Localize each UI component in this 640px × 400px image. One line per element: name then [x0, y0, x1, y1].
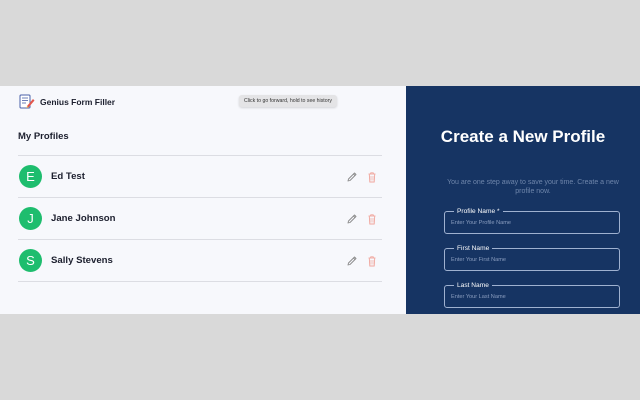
profile-row[interactable]: J Jane Johnson	[18, 198, 382, 240]
trash-icon[interactable]	[366, 170, 378, 183]
avatar: J	[19, 207, 42, 230]
profile-name[interactable]: Ed Test	[51, 171, 85, 182]
profile-name[interactable]: Jane Johnson	[51, 213, 116, 224]
app-name: Genius Form Filler	[40, 96, 116, 107]
create-profile-subtitle: You are one step away to save your time.…	[447, 179, 619, 195]
extension-popup: Genius Form Filler Click to go forward, …	[0, 86, 640, 314]
profile-list: E Ed Test J Jane Johnson S Sally Stevens	[18, 155, 382, 282]
edit-icon[interactable]	[346, 212, 358, 224]
profiles-heading: My Profiles	[18, 131, 69, 142]
first-name-input[interactable]	[445, 249, 619, 270]
profile-name[interactable]: Sally Stevens	[51, 255, 113, 266]
last-name-input[interactable]	[445, 286, 619, 307]
create-profile-panel: Create a New Profile You are one step aw…	[406, 86, 640, 314]
avatar: S	[19, 249, 42, 272]
first-name-field: First Name	[444, 244, 620, 271]
avatar: E	[19, 165, 42, 188]
create-profile-title: Create a New Profile	[440, 127, 606, 146]
trash-icon[interactable]	[366, 254, 378, 267]
profile-row[interactable]: E Ed Test	[18, 156, 382, 198]
profile-name-field: Profile Name *	[444, 207, 620, 234]
row-actions	[346, 170, 378, 183]
edit-icon[interactable]	[346, 254, 358, 266]
app-logo-icon	[18, 94, 35, 109]
row-actions	[346, 212, 378, 225]
brand: Genius Form Filler	[18, 94, 115, 109]
last-name-field: Last Name	[444, 281, 620, 308]
navigation-tooltip: Click to go forward, hold to see history	[239, 95, 337, 107]
profile-row[interactable]: S Sally Stevens	[18, 240, 382, 282]
profile-name-input[interactable]	[445, 212, 619, 233]
trash-icon[interactable]	[366, 212, 378, 225]
profiles-panel: Genius Form Filler Click to go forward, …	[0, 86, 406, 314]
row-actions	[346, 254, 378, 267]
edit-icon[interactable]	[346, 170, 358, 182]
